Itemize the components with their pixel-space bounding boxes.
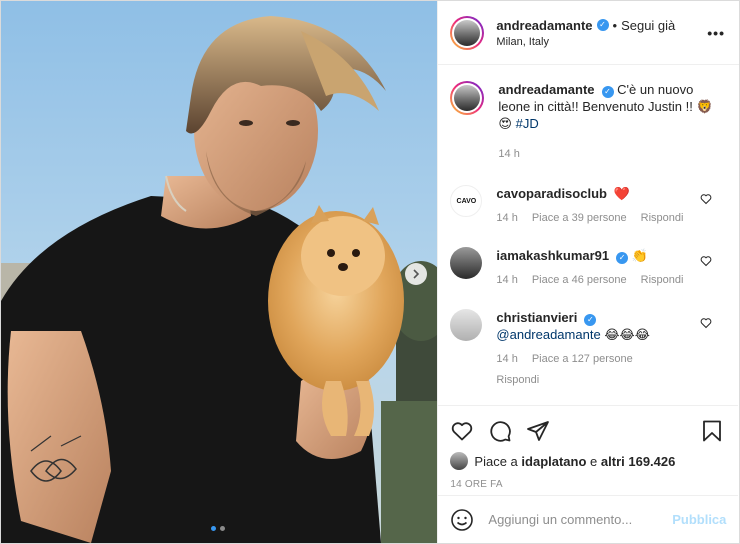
post-actions: Piace a idaplatano e altri 169.426 14 OR… <box>438 405 739 490</box>
comment-input[interactable] <box>488 512 673 527</box>
verified-icon: ✓ <box>596 19 609 31</box>
emoji-button[interactable] <box>450 508 474 532</box>
liker-avatar <box>450 452 469 470</box>
comment-item: iamakashkumar91 ✓ 👏 14 h Piace a 46 perso… <box>450 247 724 289</box>
post-photo[interactable] <box>1 1 438 543</box>
caption: andreadamante ✓ C'è un nuovo leone in cit… <box>450 65 724 163</box>
post-timestamp[interactable]: 14 ORE FA <box>450 479 724 490</box>
comment-time[interactable]: 14 h <box>496 272 517 289</box>
comment-button[interactable] <box>488 419 512 443</box>
comment-item: christianvieri ✓ @andreadamante 😂😂😂 14 h … <box>450 309 724 389</box>
add-comment-bar: Pubblica <box>438 495 739 543</box>
author-username[interactable]: andreadamante <box>496 18 592 33</box>
reply-button[interactable]: Rispondi <box>641 210 684 227</box>
caption-username[interactable]: andreadamante <box>498 82 594 97</box>
comment-avatar[interactable]: CAVO <box>450 185 483 217</box>
caption-avatar[interactable] <box>450 81 485 115</box>
comment-likes[interactable]: Piace a 46 persone <box>532 272 627 289</box>
comment-avatar[interactable] <box>450 247 483 279</box>
comments-list[interactable]: andreadamante ✓ C'è un nuovo leone in cit… <box>438 65 738 404</box>
carousel-dot <box>220 526 225 531</box>
comment-icon <box>490 421 512 442</box>
chevron-right-icon <box>413 269 420 279</box>
comment-item: CAVO cavoparadisoclub ❤️ 14 h Piace a 39… <box>450 185 724 227</box>
comment-likes[interactable]: Piace a 39 persone <box>532 210 627 227</box>
like-button[interactable] <box>450 419 474 443</box>
lion-emoji: 🦁 <box>696 99 713 114</box>
heart-icon <box>452 422 473 441</box>
save-icon <box>703 420 722 442</box>
comment-time[interactable]: 14 h <box>496 210 517 227</box>
liker-username[interactable]: idaplatano <box>521 454 586 469</box>
follow-separator: • <box>612 17 618 33</box>
comment-emoji: 😂😂😂 <box>604 327 650 342</box>
author-avatar[interactable] <box>450 15 485 50</box>
comment-username[interactable]: cavoparadisoclub <box>496 186 607 201</box>
heart-icon[interactable] <box>700 317 712 329</box>
comment-username[interactable]: iamakashkumar91 <box>496 248 609 263</box>
more-options-icon[interactable]: ••• <box>707 25 725 41</box>
reply-button[interactable]: Rispondi <box>641 272 684 289</box>
carousel-next-button[interactable] <box>405 263 427 285</box>
heart-eyes-emoji: 😍 <box>498 116 512 131</box>
carousel-indicator <box>211 526 225 531</box>
photo-illustration <box>1 1 438 543</box>
heart-icon[interactable] <box>700 193 712 205</box>
post-header: andreadamante ✓ • Segui già Milan, Italy… <box>438 1 739 65</box>
caption-time[interactable]: 14 h <box>498 146 519 163</box>
save-button[interactable] <box>700 419 724 443</box>
share-icon <box>527 421 550 441</box>
likes-summary[interactable]: Piace a idaplatano e altri 169.426 <box>450 452 724 470</box>
carousel-dot <box>211 526 216 531</box>
verified-icon: ✓ <box>616 252 629 264</box>
follow-button[interactable]: Segui già <box>621 18 675 33</box>
instagram-post: andreadamante ✓ • Segui già Milan, Italy… <box>0 0 740 544</box>
comment-username[interactable]: christianvieri <box>496 310 577 325</box>
comment-avatar[interactable] <box>450 309 483 341</box>
publish-button[interactable]: Pubblica <box>672 512 726 527</box>
share-button[interactable] <box>526 419 550 443</box>
verified-icon: ✓ <box>601 86 614 98</box>
comment-emoji: ❤️ <box>613 186 630 201</box>
likes-prefix: Piace a <box>474 453 518 469</box>
comment-time[interactable]: 14 h <box>496 351 517 368</box>
verified-icon: ✓ <box>584 314 597 326</box>
comment-likes[interactable]: Piace a 127 persone <box>532 351 633 368</box>
likes-middle: e <box>590 453 598 469</box>
reply-button[interactable]: Rispondi <box>496 372 539 389</box>
hashtag-link[interactable]: #JD <box>516 116 539 131</box>
comment-mention[interactable]: @andreadamante <box>496 327 600 342</box>
post-side-panel: andreadamante ✓ • Segui già Milan, Italy… <box>437 1 739 543</box>
likes-count[interactable]: altri 169.426 <box>601 454 675 469</box>
post-location[interactable]: Milan, Italy <box>496 36 707 48</box>
comment-emoji: 👏 <box>631 248 648 263</box>
heart-icon[interactable] <box>700 255 712 267</box>
emoji-icon <box>451 508 474 531</box>
